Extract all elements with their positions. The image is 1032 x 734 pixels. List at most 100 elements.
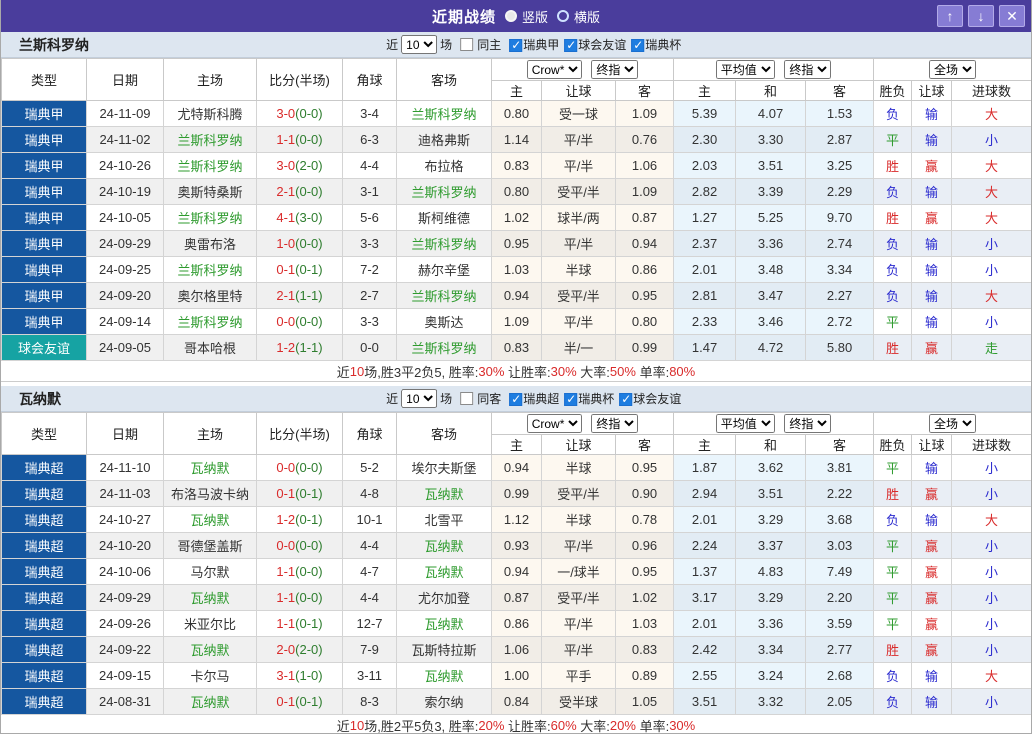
away-team-cell[interactable]: 兰斯科罗纳 <box>397 335 492 361</box>
layout-radio-horizontal[interactable]: 横版 <box>557 7 600 26</box>
result-scope-select[interactable]: 全场 <box>929 60 976 79</box>
home-team-cell[interactable]: 瓦纳默 <box>164 689 257 715</box>
avg-odds-cell: 2.81 <box>674 283 736 309</box>
odds-time-select[interactable]: 终指 <box>591 414 638 433</box>
summary-segment: 近 <box>337 362 350 381</box>
subcol-result-handicap: 让球 <box>912 81 952 101</box>
avg-odds-cell: 3.30 <box>736 127 806 153</box>
corner-cell: 8-3 <box>343 689 397 715</box>
away-team-cell[interactable]: 兰斯科罗纳 <box>397 179 492 205</box>
home-team-cell[interactable]: 马尔默 <box>164 559 257 585</box>
away-team-cell[interactable]: 瓦纳默 <box>397 611 492 637</box>
same-venue-checkbox[interactable] <box>460 38 473 51</box>
move-down-button[interactable]: ↓ <box>968 5 994 27</box>
summary-segment: 30% <box>551 364 577 379</box>
result-scope-group: 全场 <box>874 59 1032 81</box>
avg-odds-cell: 2.01 <box>674 507 736 533</box>
odds-cell: 0.80 <box>492 101 542 127</box>
home-team-cell[interactable]: 奥斯特桑斯 <box>164 179 257 205</box>
score-cell: 1-1(0-0) <box>257 585 343 611</box>
corner-cell: 2-7 <box>343 283 397 309</box>
home-team-cell[interactable]: 兰斯科罗纳 <box>164 309 257 335</box>
odds-cell: 一/球半 <box>542 559 616 585</box>
away-team-cell[interactable]: 埃尔夫斯堡 <box>397 455 492 481</box>
avg-time-select[interactable]: 终指 <box>784 414 831 433</box>
halftime-score: (1-1) <box>295 288 322 303</box>
home-team-cell[interactable]: 奥尔格里特 <box>164 283 257 309</box>
away-team-cell[interactable]: 兰斯科罗纳 <box>397 231 492 257</box>
league-filter-label: 球会友谊 <box>633 392 681 406</box>
home-team-cell[interactable]: 瓦纳默 <box>164 507 257 533</box>
away-team-cell[interactable]: 迪格弗斯 <box>397 127 492 153</box>
match-row: 瑞典超24-10-20哥德堡盖斯0-0(0-0)4-4瓦纳默0.93平/半0.9… <box>2 533 1032 559</box>
away-team-cell[interactable]: 瓦纳默 <box>397 663 492 689</box>
away-team-cell[interactable]: 瓦纳默 <box>397 533 492 559</box>
away-team-cell[interactable]: 奥斯达 <box>397 309 492 335</box>
date-cell: 24-08-31 <box>87 689 164 715</box>
away-team-cell[interactable]: 布拉格 <box>397 153 492 179</box>
league-filter-checkbox[interactable] <box>564 393 577 406</box>
away-team-cell[interactable]: 赫尔辛堡 <box>397 257 492 283</box>
away-team-cell[interactable]: 北雪平 <box>397 507 492 533</box>
home-team-cell[interactable]: 哥德堡盖斯 <box>164 533 257 559</box>
home-team-cell[interactable]: 卡尔马 <box>164 663 257 689</box>
date-cell: 24-10-06 <box>87 559 164 585</box>
result-cell: 赢 <box>912 585 952 611</box>
avg-odds-cell: 5.80 <box>806 335 874 361</box>
away-team-cell[interactable]: 斯柯维德 <box>397 205 492 231</box>
avg-odds-cell: 2.20 <box>806 585 874 611</box>
home-team-cell[interactable]: 布洛马波卡纳 <box>164 481 257 507</box>
league-filter-checkbox[interactable] <box>619 393 632 406</box>
home-team-cell[interactable]: 哥本哈根 <box>164 335 257 361</box>
league-filter-checkbox[interactable] <box>509 393 522 406</box>
score-cell: 0-0(0-0) <box>257 455 343 481</box>
away-team-cell[interactable]: 瓦纳默 <box>397 481 492 507</box>
away-team-cell[interactable]: 兰斯科罗纳 <box>397 283 492 309</box>
home-team-cell[interactable]: 瓦纳默 <box>164 455 257 481</box>
same-venue-checkbox[interactable] <box>460 392 473 405</box>
home-team-cell[interactable]: 瓦纳默 <box>164 585 257 611</box>
odds-source-select[interactable]: Crow* <box>527 60 582 79</box>
radio-unselected-icon[interactable] <box>557 10 569 22</box>
away-team-cell[interactable]: 瓦纳默 <box>397 559 492 585</box>
result-cell: 负 <box>874 689 912 715</box>
odds-cell: 受平/半 <box>542 283 616 309</box>
home-team-cell[interactable]: 兰斯科罗纳 <box>164 127 257 153</box>
league-filter-checkbox[interactable] <box>631 39 644 52</box>
league-filter-checkbox[interactable] <box>509 39 522 52</box>
corner-cell: 3-3 <box>343 231 397 257</box>
odds-source-select[interactable]: Crow* <box>527 414 582 433</box>
league-filter-checkbox[interactable] <box>564 39 577 52</box>
home-team-cell[interactable]: 奥雷布洛 <box>164 231 257 257</box>
corner-cell: 3-1 <box>343 179 397 205</box>
recent-count-select[interactable]: 10 <box>401 35 437 54</box>
home-team-cell[interactable]: 尤特斯科腾 <box>164 101 257 127</box>
odds-cell: 半球 <box>542 507 616 533</box>
layout-radio-vertical[interactable]: 竖版 <box>505 7 548 26</box>
away-team-cell[interactable]: 尤尔加登 <box>397 585 492 611</box>
recent-count-select[interactable]: 10 <box>401 389 437 408</box>
odds-time-select[interactable]: 终指 <box>591 60 638 79</box>
result-cell: 负 <box>874 257 912 283</box>
away-team-cell[interactable]: 索尔纳 <box>397 689 492 715</box>
move-up-button[interactable]: ↑ <box>937 5 963 27</box>
summary-segment: 20% <box>610 718 636 733</box>
away-team-cell[interactable]: 兰斯科罗纳 <box>397 101 492 127</box>
home-team-cell[interactable]: 米亚尔比 <box>164 611 257 637</box>
avg-time-select[interactable]: 终指 <box>784 60 831 79</box>
radio-selected-icon[interactable] <box>505 10 517 22</box>
odds-cell: 0.80 <box>616 309 674 335</box>
home-team-cell[interactable]: 兰斯科罗纳 <box>164 153 257 179</box>
home-team-cell[interactable]: 兰斯科罗纳 <box>164 257 257 283</box>
result-cell: 输 <box>912 507 952 533</box>
close-button[interactable]: ✕ <box>999 5 1025 27</box>
avg-source-select[interactable]: 平均值 <box>716 60 775 79</box>
corner-cell: 3-3 <box>343 309 397 335</box>
result-scope-select[interactable]: 全场 <box>929 414 976 433</box>
subcol-handicap: 让球 <box>542 81 616 101</box>
home-team-cell[interactable]: 瓦纳默 <box>164 637 257 663</box>
home-team-cell[interactable]: 兰斯科罗纳 <box>164 205 257 231</box>
result-cell: 小 <box>952 559 1032 585</box>
avg-source-select[interactable]: 平均值 <box>716 414 775 433</box>
away-team-cell[interactable]: 瓦斯特拉斯 <box>397 637 492 663</box>
